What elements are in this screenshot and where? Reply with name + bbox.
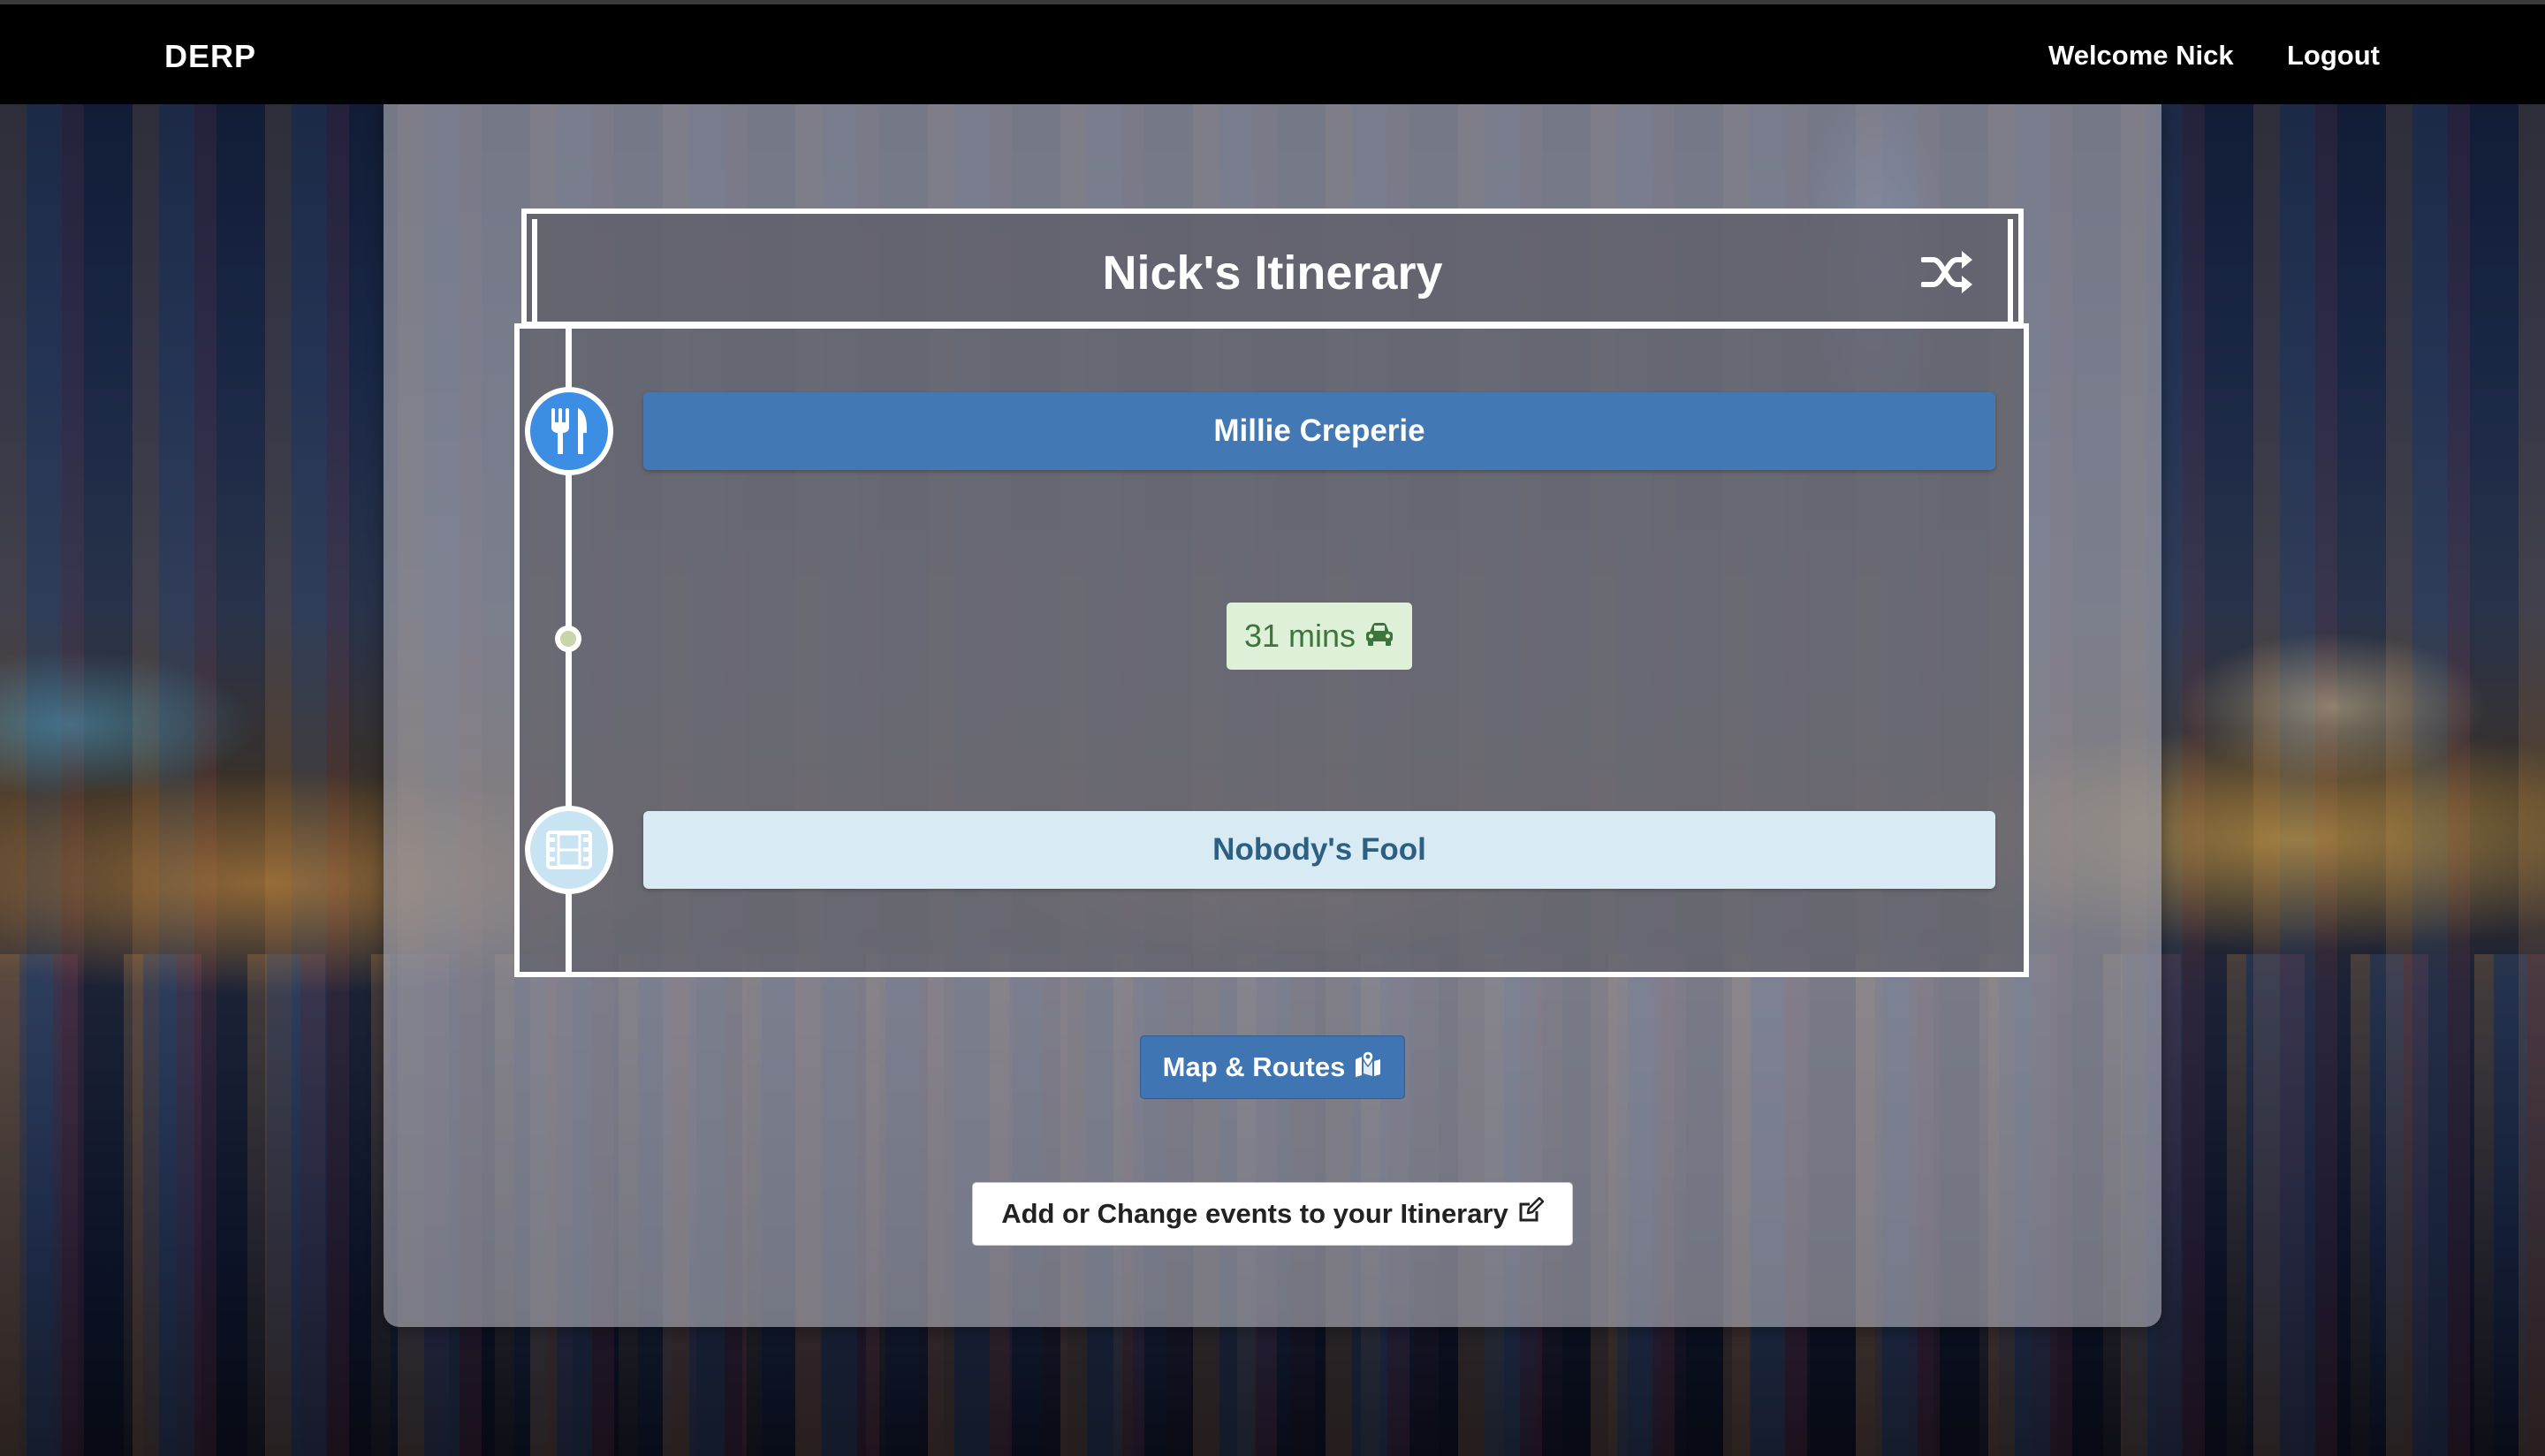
event-millie-creperie[interactable]: Millie Creperie — [643, 392, 1995, 470]
edit-icon — [1517, 1196, 1545, 1231]
logout-link[interactable]: Logout — [2287, 40, 2380, 72]
car-icon — [1364, 618, 1394, 655]
event-nobodys-fool[interactable]: Nobody's Fool — [643, 811, 1995, 889]
utensils-icon — [525, 387, 613, 475]
map-routes-label: Map & Routes — [1162, 1051, 1346, 1082]
itinerary-timeline: Millie Creperie 31 mins Nobody's Fool — [514, 323, 2029, 977]
itinerary-header: Nick's Itinerary — [521, 209, 2024, 327]
map-routes-button[interactable]: Map & Routes — [1140, 1035, 1405, 1099]
brand-logo[interactable]: DERP — [164, 38, 256, 75]
shuffle-icon[interactable] — [1920, 249, 1974, 295]
navbar: DERP Welcome Nick Logout — [0, 0, 2545, 104]
film-icon — [525, 806, 613, 894]
event-label: Millie Creperie — [1213, 413, 1425, 448]
travel-duration: 31 mins — [1244, 618, 1356, 654]
welcome-link[interactable]: Welcome Nick — [2048, 40, 2234, 72]
itinerary-title: Nick's Itinerary — [1102, 246, 1443, 300]
edit-events-label: Add or Change events to your Itinerary — [1001, 1198, 1508, 1229]
map-marked-icon — [1354, 1050, 1382, 1084]
timeline-dot — [555, 626, 581, 652]
edit-events-button[interactable]: Add or Change events to your Itinerary — [972, 1182, 1573, 1246]
travel-time-badge: 31 mins — [1227, 603, 1413, 670]
event-label: Nobody's Fool — [1212, 832, 1426, 867]
